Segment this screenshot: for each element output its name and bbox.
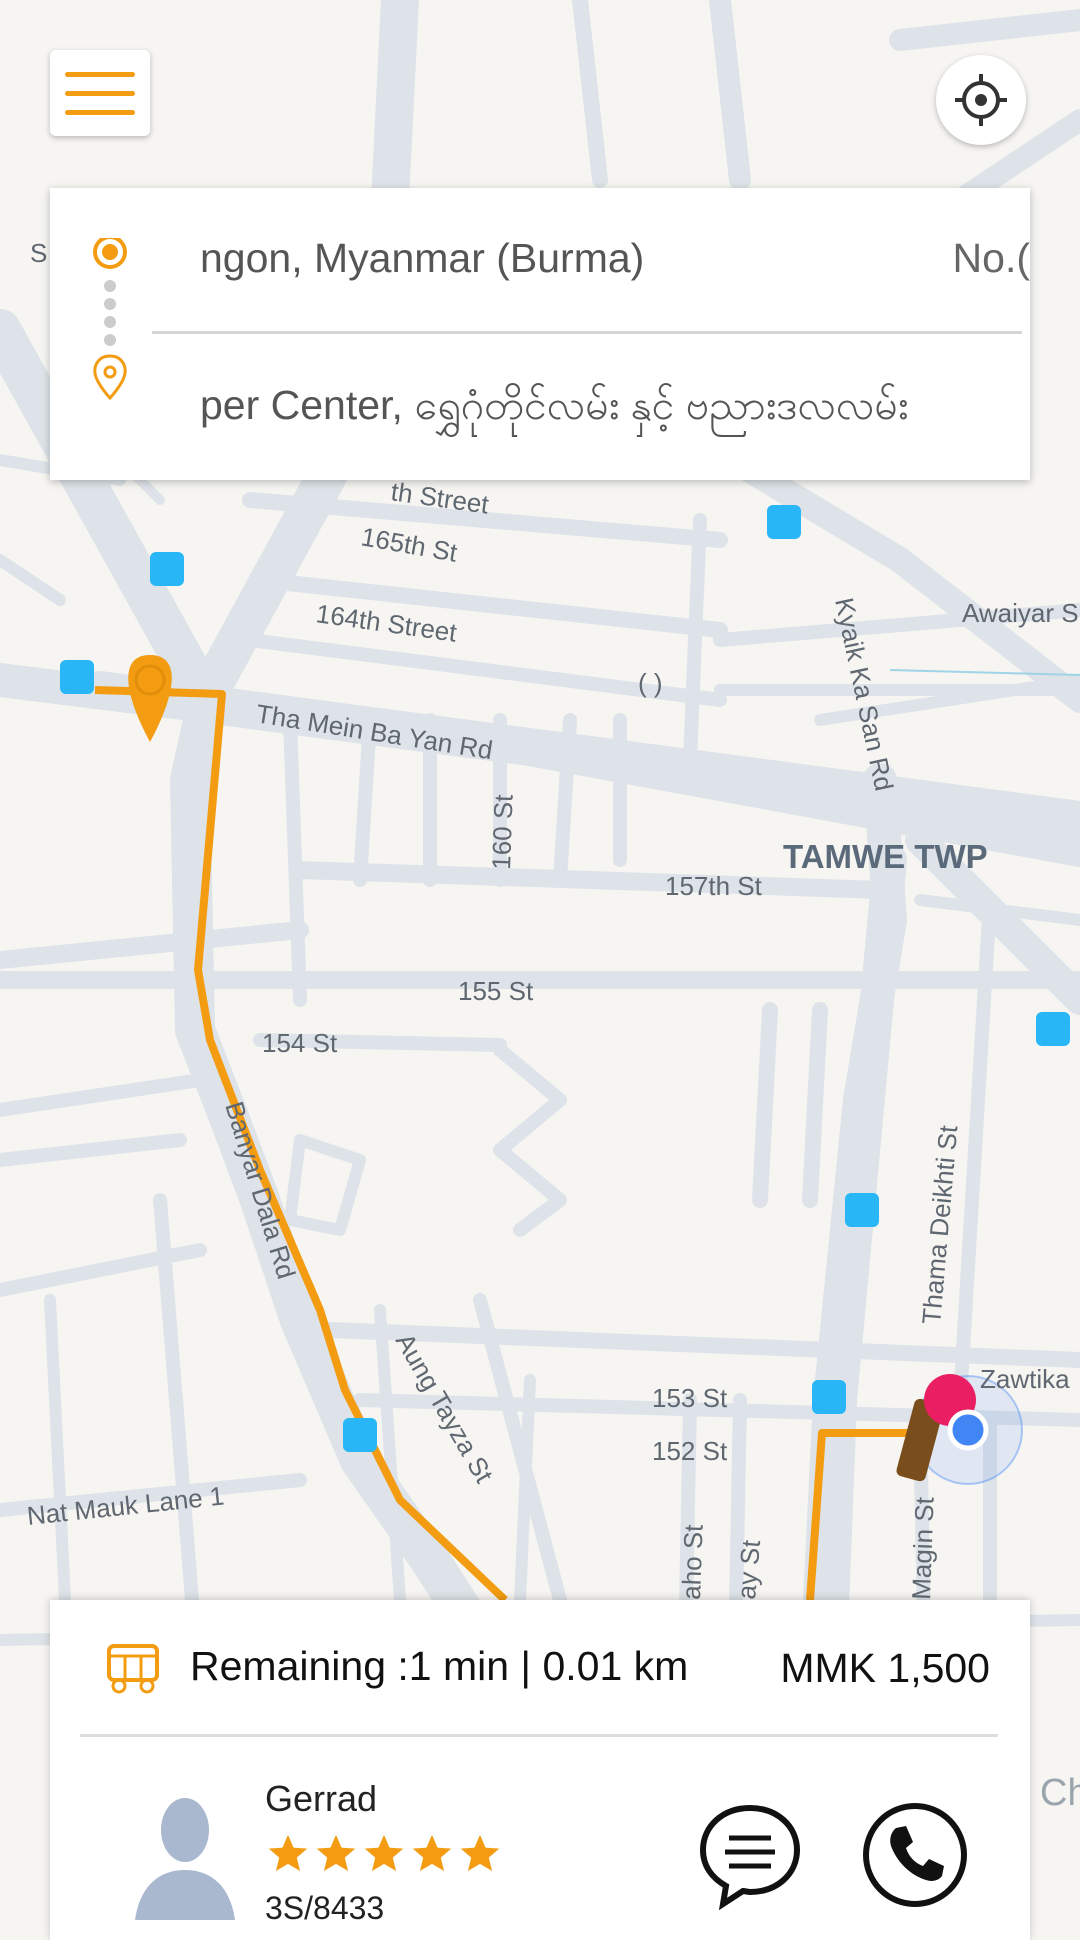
- pickup-location-text: ngon, Myanmar (Burma): [200, 235, 645, 281]
- trip-price: MMK 1,500: [780, 1645, 990, 1691]
- hamburger-line: [65, 109, 135, 115]
- driver-avatar: [135, 1798, 235, 1920]
- vehicle-plate: 3S/8433: [265, 1890, 385, 1926]
- star-icon: [412, 1834, 452, 1872]
- street-label: ( ): [638, 668, 663, 698]
- street-label: ay St: [731, 1538, 766, 1600]
- street-label: 154 St: [262, 1028, 338, 1058]
- hamburger-line: [65, 90, 135, 96]
- remaining-time-distance: Remaining :1 min | 0.01 km: [190, 1643, 689, 1689]
- field-divider: [152, 331, 1022, 334]
- street-label: 152 St: [652, 1436, 728, 1466]
- menu-button[interactable]: [50, 50, 150, 136]
- street-label: Awaiyar S: [962, 598, 1079, 628]
- pickup-location-extra: No.(: [952, 235, 1030, 281]
- street-label: 160 St: [486, 793, 519, 870]
- route-pins-icon: [93, 238, 127, 401]
- dropoff-location-text: per Center, ရွှေဂုံတိုင်လမ်း နှင့် ဗညားဒ…: [200, 382, 909, 428]
- street-label: S: [30, 238, 47, 268]
- route-search-card: ngon, Myanmar (Burma) No.( per Center, ရ…: [50, 188, 1030, 480]
- tuk-tuk-icon: [107, 1644, 159, 1694]
- map-edge-label: Ch: [1040, 1772, 1080, 1814]
- my-location-button[interactable]: [936, 55, 1026, 145]
- dropoff-location-field[interactable]: per Center, ရွှေဂုံတိုင်လမ်း နှင့် ဗညားဒ…: [200, 355, 1070, 455]
- hamburger-line: [65, 71, 135, 77]
- street-label: Zawtika: [980, 1364, 1070, 1394]
- star-icon: [364, 1834, 404, 1872]
- street-label: 153 St: [652, 1383, 728, 1413]
- star-icon: [460, 1834, 500, 1872]
- street-label: aho St: [676, 1523, 709, 1600]
- district-label: TAMWE TWP: [783, 838, 988, 875]
- street-label: 155 St: [458, 976, 534, 1006]
- star-icon: [268, 1834, 308, 1872]
- trip-summary-row: Remaining :1 min | 0.01 km MMK 1,500: [50, 1600, 1030, 1735]
- call-button[interactable]: [860, 1800, 970, 1910]
- street-label: Magin St: [906, 1496, 940, 1600]
- trip-info-card: Remaining :1 min | 0.01 km MMK 1,500 Ger…: [50, 1600, 1030, 1940]
- crosshair-icon: [955, 74, 1007, 126]
- chat-button[interactable]: [695, 1800, 805, 1910]
- driver-name: Gerrad: [265, 1778, 378, 1819]
- driver-rating: [265, 1832, 503, 1876]
- card-divider: [80, 1734, 998, 1737]
- street-label: 157th St: [665, 871, 763, 901]
- pickup-location-field[interactable]: ngon, Myanmar (Burma) No.(: [200, 208, 1070, 308]
- star-icon: [316, 1834, 356, 1872]
